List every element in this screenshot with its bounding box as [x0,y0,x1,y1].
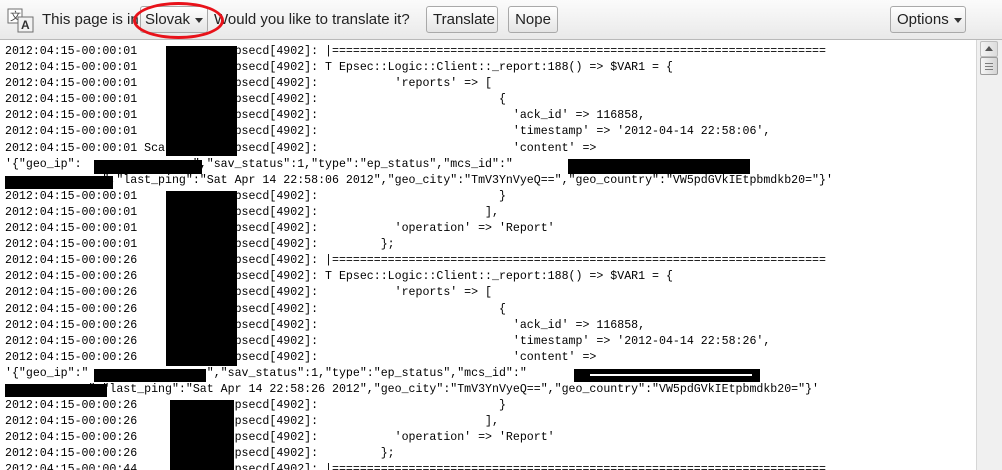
log-line: 2012:04:15-00:00:01 epsecd[4902]: 'opera… [5,222,555,236]
log-line: 2012:04:15-00:00:26 epsecd[4902]: ], [5,415,499,429]
grip-line [985,63,993,64]
language-select-label: Slovak [145,11,191,28]
log-text: 2012:04:15-00:00:01 epsecd[4902]: |=====… [5,44,833,470]
log-line: 2012:04:15-00:00:26 epsecd[4902]: } [5,399,506,413]
log-line: 2012:04:15-00:00:01 epsecd[4902]: ], [5,205,499,219]
log-line: 2012:04:15-00:00:26 epsecd[4902]: 'times… [5,334,771,348]
redaction-block [170,400,234,470]
log-line: 2012:04:15-00:00:01 epsecd[4902]: { [5,93,506,107]
redaction-block [94,160,202,174]
redaction-block [568,159,750,174]
redaction-block [166,46,237,156]
arrow-up-icon [985,46,993,51]
options-button[interactable]: Options [890,6,966,33]
grip-line [985,69,993,70]
log-line: 2012:04:15-00:00:01 epsecd[4902]: T Epse… [5,61,673,75]
log-line: 2012:04:15-00:00:01 epsecd[4902]: 'repor… [5,77,493,91]
log-line: 2012:04:15-00:00:26 epsecd[4902]: 'ack_i… [5,318,646,332]
log-line: 2012:04:15-00:00:01 epsecd[4902]: |=====… [5,45,826,58]
options-button-label: Options [897,11,949,28]
log-line: 2012:04:15-00:00:26 epsecd[4902]: 'repor… [5,286,493,300]
translate-question: Would you like to translate it? [214,11,410,28]
vertical-scrollbar[interactable] [976,40,1002,470]
translate-message-prefix: This page is in [42,11,139,28]
log-line: '{"geo_ip":" ","sav_status":1,"type":"ep… [5,366,527,380]
translate-infobar: 文 A This page is in Slovak Would you lik… [0,0,1002,40]
redaction-block [166,269,237,366]
log-line: ","last_ping":"Sat Apr 14 22:58:06 2012"… [102,173,833,187]
log-line: 2012:04:15-00:00:44 epsecd[4902]: |=====… [5,463,826,470]
chevron-down-icon [953,17,962,23]
chevron-down-icon [195,17,204,23]
log-line: 2012:04:15-00:00:26 epsecd[4902]: |=====… [5,254,826,268]
log-line: 2012:04:15-00:00:01 epsecd[4902]: 'ack_i… [5,109,646,123]
scroll-up-button[interactable] [980,41,998,57]
log-line: 2012:04:15-00:00:01 epsecd[4902]: } [5,189,506,203]
translate-button[interactable]: Translate [426,6,498,33]
log-line: 2012:04:15-00:00:26 epsecd[4902]: 'conte… [5,350,597,364]
scrollbar-thumb[interactable] [980,57,998,75]
log-line: 2012:04:15-00:00:26 epsecd[4902]: T Epse… [5,270,673,284]
log-line: ","last_ping":"Sat Apr 14 22:58:26 2012"… [88,382,820,396]
log-line: 2012:04:15-00:00:01 epsecd[4902]: 'times… [5,125,771,139]
grip-line [985,66,993,67]
page-content: 2012:04:15-00:00:01 epsecd[4902]: |=====… [0,40,976,470]
redaction-block [5,384,107,397]
log-line: 2012:04:15-00:00:01 Scattman epsecd[4902… [5,141,597,155]
redaction-highlight [590,374,752,376]
language-select[interactable]: Slovak [140,6,208,33]
redaction-block [5,176,113,189]
log-line: 2012:04:15-00:00:26 epsecd[4902]: 'opera… [5,431,555,445]
redaction-block [94,369,206,382]
translate-icon: 文 A [7,8,34,33]
svg-text:A: A [21,18,30,32]
redaction-block [166,191,237,269]
nope-button[interactable]: Nope [508,6,558,33]
log-line: 2012:04:15-00:00:26 epsecd[4902]: { [5,302,506,316]
